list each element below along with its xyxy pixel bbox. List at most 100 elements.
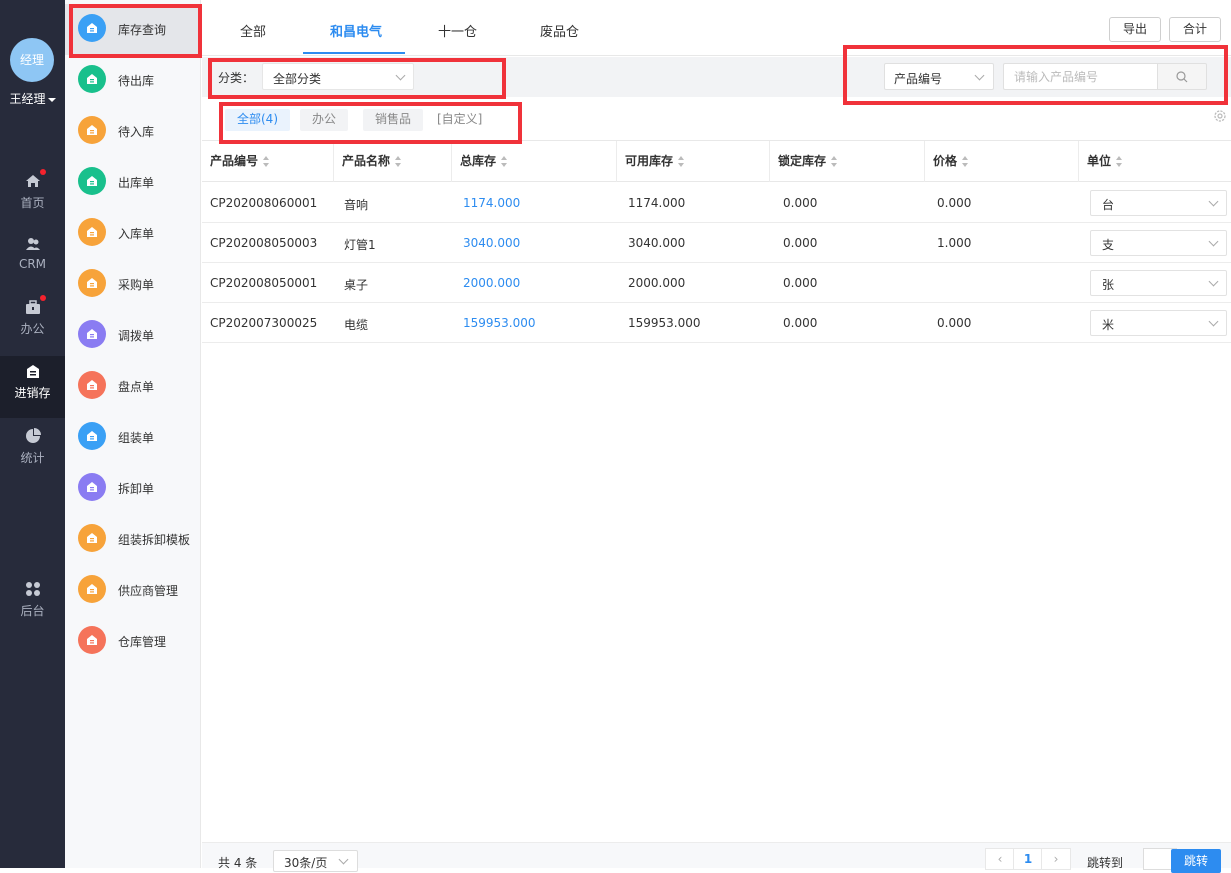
- sort-icon[interactable]: [678, 156, 685, 167]
- product-code-search-input[interactable]: [1003, 63, 1157, 90]
- cell-locked: 0.000: [783, 316, 818, 330]
- search-field-select[interactable]: 产品编号: [884, 63, 994, 90]
- column-header[interactable]: 总库存: [452, 141, 617, 182]
- cell-name: 音响: [344, 198, 369, 212]
- column-header[interactable]: 单位: [1079, 141, 1231, 182]
- sort-icon[interactable]: [395, 156, 402, 167]
- chip-sales[interactable]: 销售品: [363, 109, 424, 131]
- nav-item-label: CRM: [18, 257, 47, 271]
- category-select-value: 全部分类: [273, 72, 322, 86]
- page-size-value: 30条/页: [284, 856, 328, 870]
- avatar[interactable]: 经理: [10, 38, 54, 82]
- sort-icon[interactable]: [831, 156, 838, 167]
- nav-item-admin[interactable]: 后台: [0, 574, 65, 636]
- total-button[interactable]: 合计: [1169, 17, 1221, 42]
- submenu-item-label: 采购单: [118, 278, 155, 292]
- cell-total[interactable]: 1174.000: [463, 196, 520, 210]
- submenu-item-icon: [78, 626, 106, 654]
- submenu-item-stocktake-order[interactable]: 盘点单: [65, 361, 201, 412]
- nav-item-label: 办公: [20, 322, 45, 336]
- submenu-item-icon: [78, 167, 106, 195]
- submenu-item-icon: [78, 575, 106, 603]
- column-header[interactable]: 锁定库存: [770, 141, 925, 182]
- cell-price: 0.000: [937, 316, 972, 330]
- unit-value: 张: [1102, 278, 1115, 292]
- page-number[interactable]: 1: [1013, 848, 1043, 870]
- cell-name: 灯管1: [344, 238, 376, 252]
- submenu-item-outbound-order[interactable]: 出库单: [65, 157, 201, 208]
- jump-button[interactable]: 跳转: [1171, 849, 1221, 873]
- nav-item-crm[interactable]: CRM: [0, 229, 65, 291]
- sort-icon[interactable]: [962, 156, 969, 167]
- cell-available: 159953.000: [628, 316, 701, 330]
- submenu-item-label: 组装拆卸模板: [118, 533, 191, 547]
- table-header: 产品编号 产品名称 总库存 可用库存 锁定库存 价格 单位: [202, 140, 1231, 182]
- category-select[interactable]: 全部分类: [262, 63, 414, 90]
- submenu-item-purchase-order[interactable]: 采购单: [65, 259, 201, 310]
- caret-down-icon: [47, 97, 56, 102]
- export-button[interactable]: 导出: [1109, 17, 1161, 42]
- chip-custom[interactable]: [自定义]: [437, 109, 482, 131]
- chevron-down-icon: [395, 70, 406, 81]
- submenu-item-assembly-order[interactable]: 组装单: [65, 412, 201, 463]
- cell-total[interactable]: 3040.000: [463, 236, 520, 250]
- tab-all[interactable]: 全部: [240, 21, 266, 40]
- column-title: 锁定库存: [778, 154, 827, 168]
- search-button[interactable]: [1157, 63, 1207, 90]
- submenu-item-label: 入库单: [118, 227, 155, 241]
- nav-item-stats[interactable]: 统计: [0, 421, 65, 483]
- submenu-item-inbound-order[interactable]: 入库单: [65, 208, 201, 259]
- sort-icon[interactable]: [1116, 156, 1123, 167]
- unit-select[interactable]: 米: [1090, 310, 1227, 336]
- submenu-item-icon: [78, 218, 106, 246]
- cell-locked: 0.000: [783, 196, 818, 210]
- chip-office[interactable]: 办公: [300, 109, 349, 131]
- column-header[interactable]: 产品编号: [202, 141, 334, 182]
- table-row: CP202008050003 灯管1 3040.000 3040.000 0.000 1.…: [202, 223, 1231, 263]
- nav-item-inventory[interactable]: 进销存: [0, 356, 65, 418]
- tab-scrap[interactable]: 废品仓: [540, 21, 579, 40]
- submenu-item-label: 供应商管理: [118, 584, 179, 598]
- submenu-item-warehouse-management[interactable]: 仓库管理: [65, 616, 201, 667]
- nav-item-office[interactable]: 办公: [0, 292, 65, 354]
- column-title: 可用库存: [625, 154, 674, 168]
- warehouse-icon: [24, 362, 42, 380]
- user-menu[interactable]: 王经理: [0, 90, 65, 107]
- chip-all[interactable]: 全部(4): [225, 109, 290, 131]
- chevron-down-icon: [1208, 276, 1219, 287]
- nav-item-label: 进销存: [14, 386, 51, 400]
- gear-icon[interactable]: [1213, 109, 1227, 123]
- cell-price: 1.000: [937, 236, 972, 250]
- submenu-item-label: 盘点单: [118, 380, 155, 394]
- cell-total[interactable]: 2000.000: [463, 276, 520, 290]
- sort-icon[interactable]: [501, 156, 508, 167]
- notification-dot: [39, 169, 46, 175]
- cell-locked: 0.000: [783, 276, 818, 290]
- submenu-item-assembly-template[interactable]: 组装拆卸模板: [65, 514, 201, 565]
- nav-item-home[interactable]: 首页: [0, 166, 65, 228]
- submenu-item-supplier-management[interactable]: 供应商管理: [65, 565, 201, 616]
- column-header[interactable]: 可用库存: [617, 141, 770, 182]
- page-size-select[interactable]: 30条/页: [273, 850, 358, 872]
- submenu-item-label: 调拨单: [118, 329, 155, 343]
- unit-value: 米: [1102, 318, 1115, 332]
- cell-total[interactable]: 159953.000: [463, 316, 536, 330]
- unit-select[interactable]: 台: [1090, 190, 1227, 216]
- main-nav: 经理 王经理 首页 CRM 办公 进销存 统计 后台: [0, 0, 65, 868]
- submenu-item-disassembly-order[interactable]: 拆卸单: [65, 463, 201, 514]
- sort-icon[interactable]: [263, 156, 270, 167]
- submenu-item-icon: [78, 14, 106, 42]
- submenu-item-pending-out[interactable]: 待出库: [65, 55, 201, 106]
- submenu-item-stock-query[interactable]: 库存查询: [65, 4, 201, 55]
- next-page-button[interactable]: ›: [1041, 848, 1071, 870]
- submenu-item-transfer-order[interactable]: 调拨单: [65, 310, 201, 361]
- tab-hechang[interactable]: 和昌电气: [330, 21, 382, 40]
- unit-select[interactable]: 张: [1090, 270, 1227, 296]
- prev-page-button[interactable]: ‹: [985, 848, 1015, 870]
- submenu-item-pending-in[interactable]: 待入库: [65, 106, 201, 157]
- column-header[interactable]: 价格: [925, 141, 1079, 182]
- unit-select[interactable]: 支: [1090, 230, 1227, 256]
- column-header[interactable]: 产品名称: [334, 141, 452, 182]
- tab-warehouse-11[interactable]: 十一仓: [438, 21, 477, 40]
- nav-item-label: 首页: [20, 196, 45, 210]
